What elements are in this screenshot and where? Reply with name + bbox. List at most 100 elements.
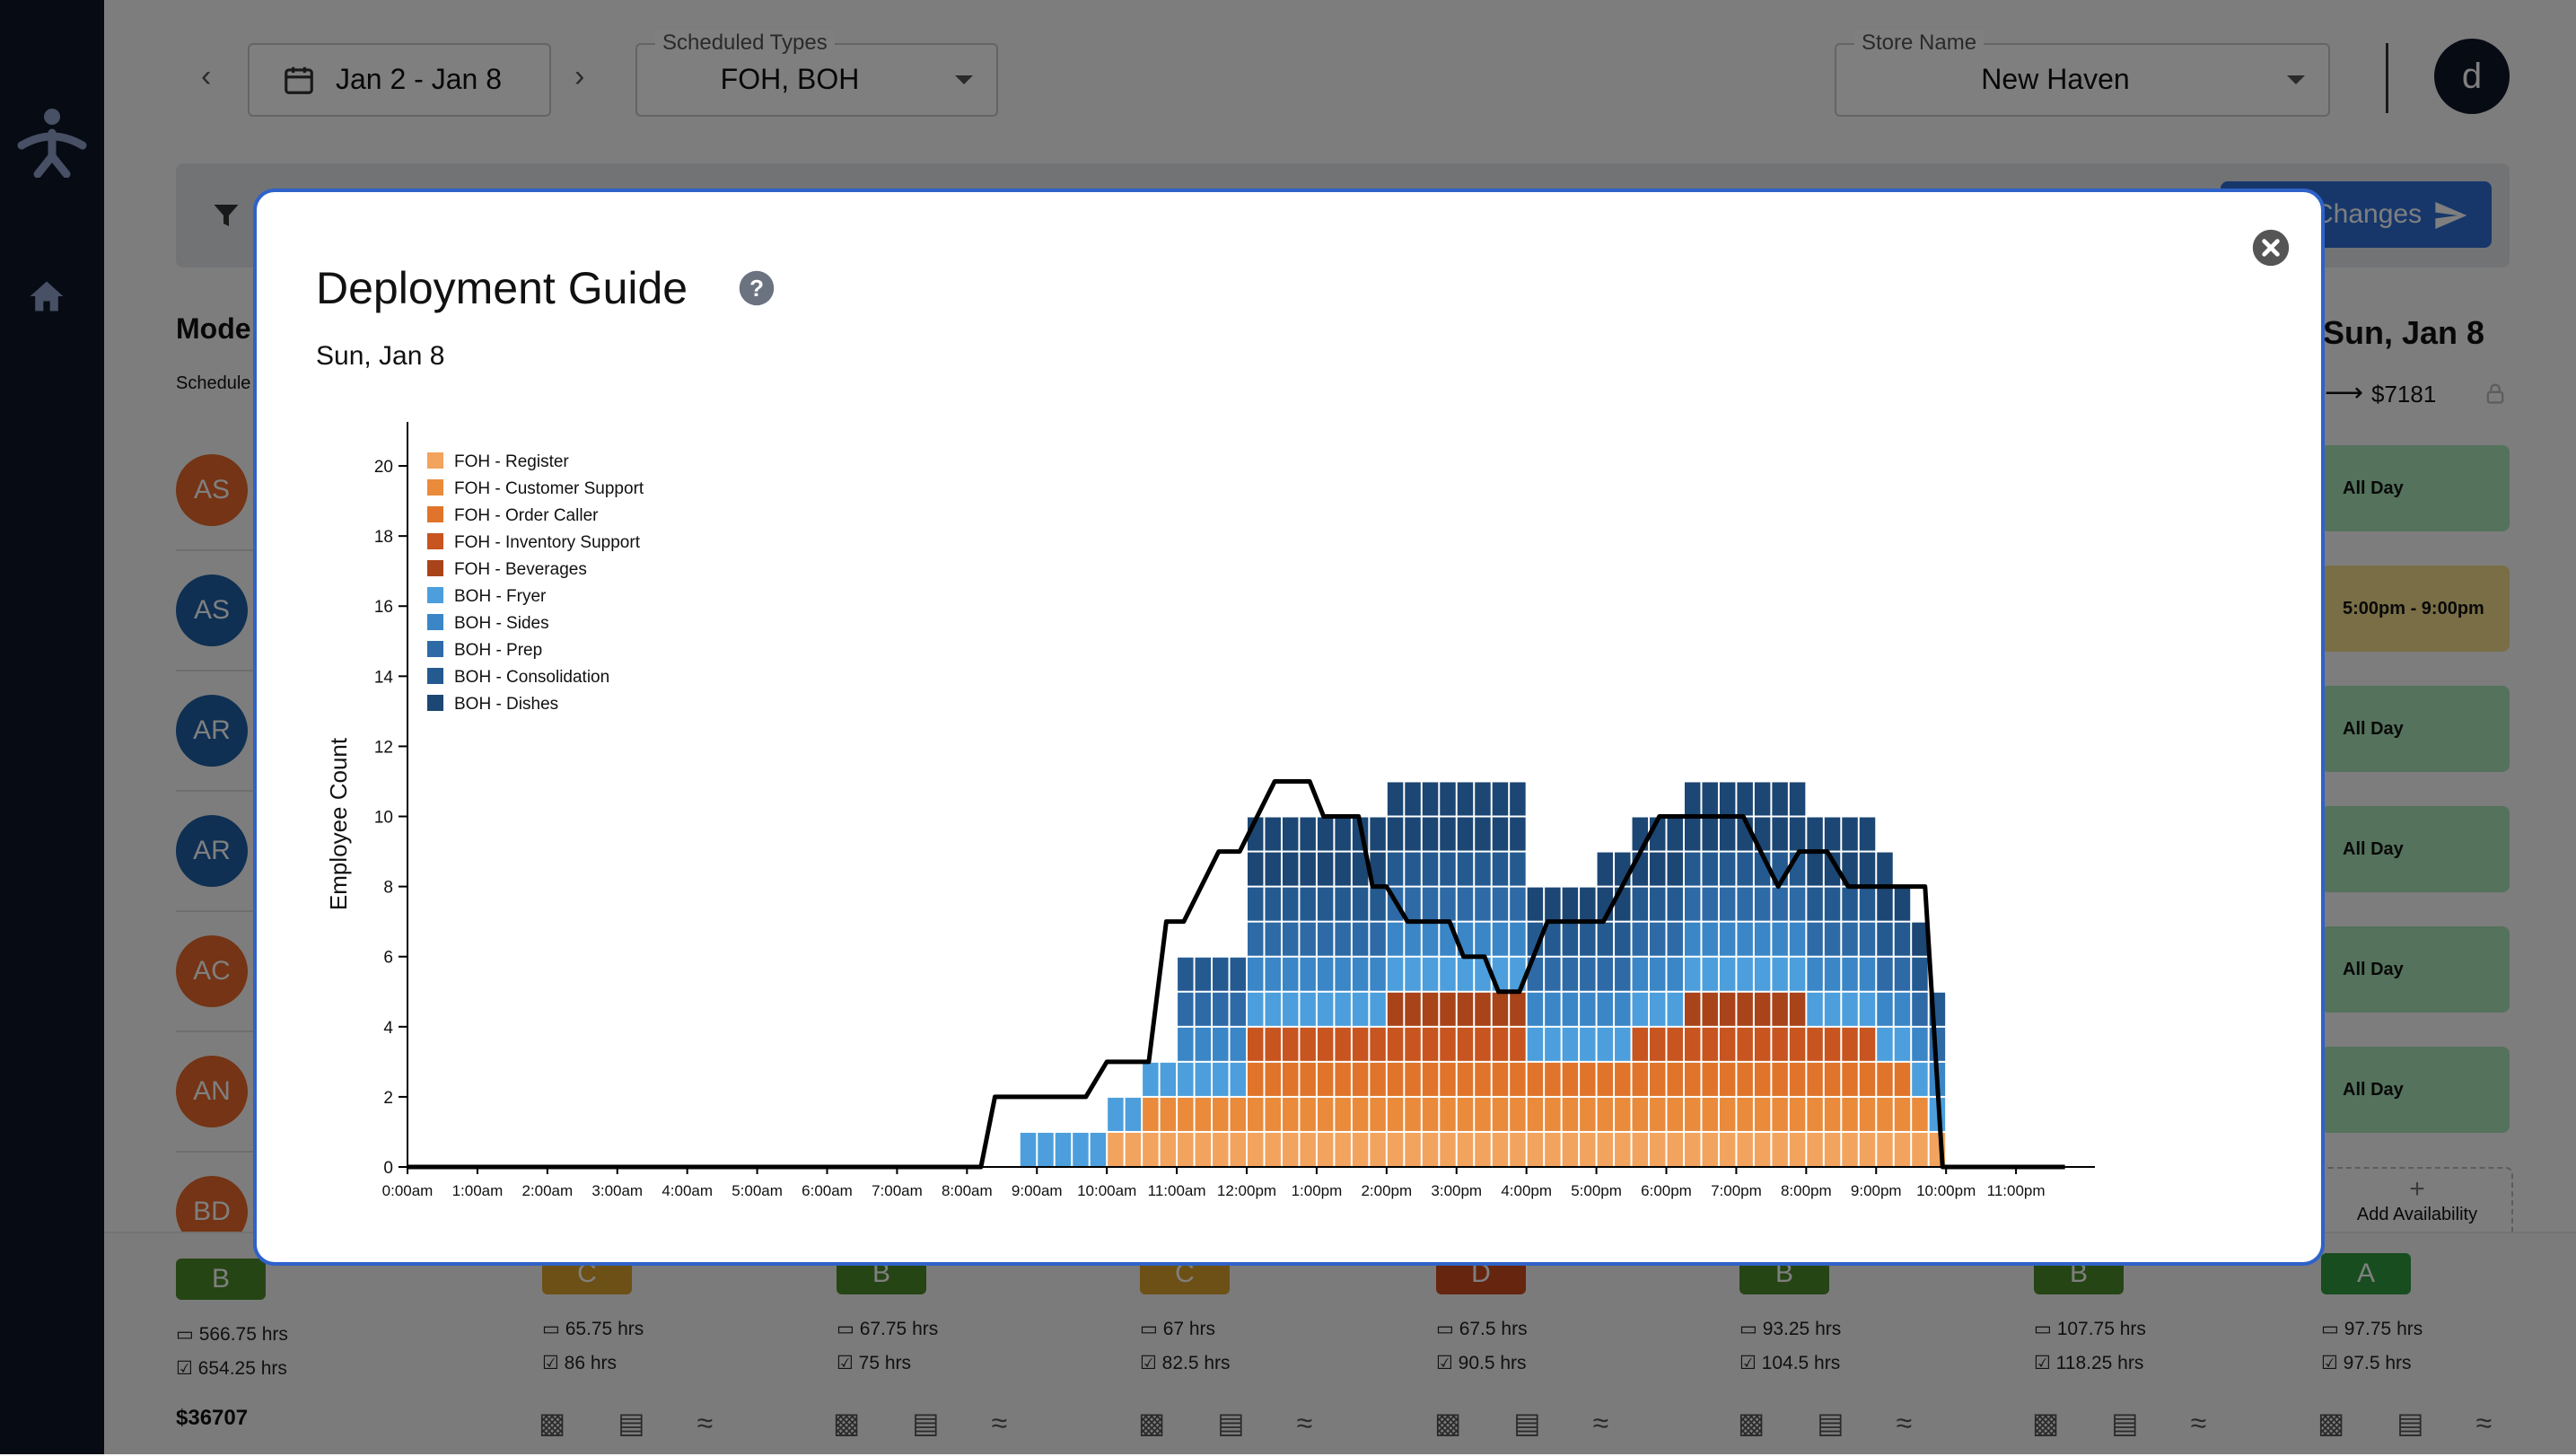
bar-segment bbox=[1352, 1132, 1369, 1166]
bar-segment bbox=[1772, 1097, 1788, 1131]
bar-segment bbox=[1807, 817, 1823, 851]
bar-segment bbox=[1894, 1062, 1911, 1096]
bar-segment bbox=[1877, 922, 1893, 956]
bar-segment bbox=[1300, 887, 1316, 921]
bar-segment bbox=[1492, 992, 1509, 1026]
bar-segment bbox=[1073, 1132, 1089, 1166]
bar-segment bbox=[1195, 1097, 1212, 1131]
bar-segment bbox=[1457, 782, 1474, 816]
bar-segment bbox=[1248, 957, 1264, 991]
bar-segment bbox=[1702, 1062, 1718, 1096]
y-tick-label: 0 bbox=[383, 1159, 393, 1178]
bar-segment bbox=[1789, 887, 1806, 921]
bar-segment bbox=[1824, 817, 1841, 851]
bar-segment bbox=[1737, 1132, 1753, 1166]
bar-segment bbox=[1387, 1027, 1404, 1061]
x-tick-label: 1:00am bbox=[452, 1182, 504, 1199]
bar-segment bbox=[1754, 782, 1771, 816]
bar-segment bbox=[1737, 957, 1753, 991]
bar-segment bbox=[1650, 852, 1666, 886]
bar-segment bbox=[1807, 852, 1823, 886]
bar-segment bbox=[1370, 922, 1386, 956]
x-tick-label: 7:00am bbox=[872, 1182, 923, 1199]
bar-segment bbox=[1370, 957, 1386, 991]
bar-segment bbox=[1492, 852, 1509, 886]
bar-segment bbox=[1230, 992, 1246, 1026]
bar-segment bbox=[1457, 852, 1474, 886]
bar-segment bbox=[1335, 852, 1351, 886]
bar-segment bbox=[1894, 887, 1911, 921]
bar-segment bbox=[1615, 1097, 1631, 1131]
bar-segment bbox=[1632, 1132, 1649, 1166]
bar-segment bbox=[1195, 1027, 1212, 1061]
bar-segment bbox=[1684, 922, 1701, 956]
bar-segment bbox=[1824, 1097, 1841, 1131]
bar-segment bbox=[1824, 992, 1841, 1026]
bar-segment bbox=[1894, 957, 1911, 991]
legend-swatch bbox=[427, 479, 443, 496]
bar-segment bbox=[1667, 922, 1683, 956]
bar-segment bbox=[1580, 922, 1596, 956]
x-tick-label: 0:00am bbox=[382, 1182, 434, 1199]
x-tick-label: 11:00pm bbox=[1987, 1182, 2046, 1199]
y-tick-label: 12 bbox=[374, 738, 393, 757]
bar-segment bbox=[1877, 1132, 1893, 1166]
bar-segment bbox=[1335, 817, 1351, 851]
bar-segment bbox=[1667, 957, 1683, 991]
bar-segment bbox=[1562, 1062, 1579, 1096]
bar-segment bbox=[1405, 1062, 1421, 1096]
bar-segment bbox=[1510, 1027, 1526, 1061]
bar-segment bbox=[1650, 1062, 1666, 1096]
x-tick-label: 2:00am bbox=[521, 1182, 573, 1199]
bar-segment bbox=[1510, 1132, 1526, 1166]
bar-segment bbox=[1492, 1097, 1509, 1131]
bar-segment bbox=[1597, 1027, 1614, 1061]
legend-swatch bbox=[427, 587, 443, 603]
bar-segment bbox=[1615, 922, 1631, 956]
bar-segment bbox=[1807, 992, 1823, 1026]
deployment-guide-modal: Deployment Guide ? Sun, Jan 8 0 2 4 6 8 10 12 1… bbox=[253, 189, 2325, 1266]
bar-segment bbox=[1684, 782, 1701, 816]
bar-segment bbox=[1475, 852, 1491, 886]
bar-segment bbox=[1754, 1132, 1771, 1166]
x-tick-label: 8:00am bbox=[942, 1182, 993, 1199]
bar-segment bbox=[1842, 957, 1858, 991]
bar-segment bbox=[1650, 957, 1666, 991]
y-axis-label: Employee Count bbox=[325, 737, 352, 910]
bar-segment bbox=[1859, 1027, 1876, 1061]
bar-segment bbox=[1842, 1097, 1858, 1131]
bar-segment bbox=[1440, 957, 1456, 991]
bar-segment bbox=[1737, 887, 1753, 921]
bar-segment bbox=[1842, 1027, 1858, 1061]
bar-segment bbox=[1422, 1027, 1439, 1061]
bar-segment bbox=[1213, 1132, 1229, 1166]
bar-segment bbox=[1772, 817, 1788, 851]
bar-segment bbox=[1807, 887, 1823, 921]
bar-segment bbox=[1422, 1062, 1439, 1096]
bar-segment bbox=[1877, 1097, 1893, 1131]
bar-segment bbox=[1282, 957, 1299, 991]
bar-segment bbox=[1317, 1132, 1334, 1166]
bar-segment bbox=[1684, 957, 1701, 991]
y-tick-label: 16 bbox=[374, 598, 393, 617]
bar-segment bbox=[1108, 1097, 1124, 1131]
bar-segment bbox=[1510, 817, 1526, 851]
bar-segment bbox=[1457, 817, 1474, 851]
bar-segment bbox=[1457, 887, 1474, 921]
bar-segment bbox=[1440, 887, 1456, 921]
legend-label: FOH - Register bbox=[454, 452, 569, 471]
bar-segment bbox=[1422, 992, 1439, 1026]
bar-segment bbox=[1684, 1132, 1701, 1166]
bar-segment bbox=[1475, 817, 1491, 851]
legend-label: FOH - Beverages bbox=[454, 560, 587, 579]
x-tick-label: 6:00am bbox=[802, 1182, 853, 1199]
x-tick-label: 4:00pm bbox=[1501, 1182, 1552, 1199]
bar-segment bbox=[1265, 887, 1281, 921]
bar-segment bbox=[1265, 1132, 1281, 1166]
bar-segment bbox=[1597, 922, 1614, 956]
bar-segment bbox=[1789, 1027, 1806, 1061]
bar-segment bbox=[1300, 1097, 1316, 1131]
bar-segment bbox=[1772, 957, 1788, 991]
bar-segment bbox=[1807, 1062, 1823, 1096]
bar-segment bbox=[1125, 1132, 1142, 1166]
